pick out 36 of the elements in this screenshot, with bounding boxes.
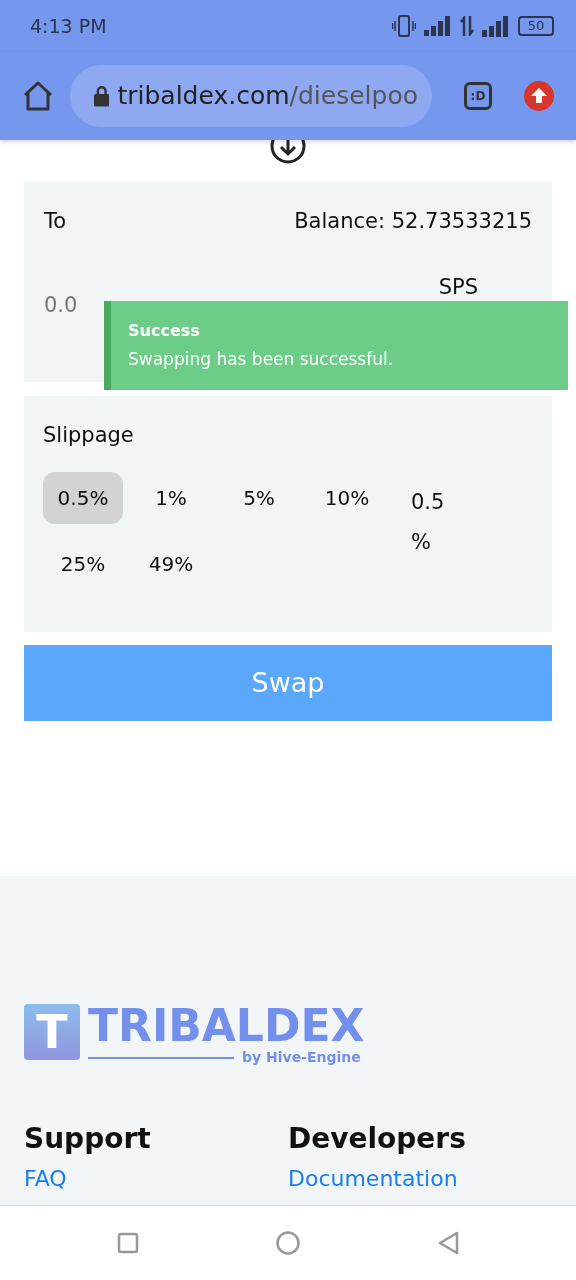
footer-heading: Developers xyxy=(288,1121,467,1157)
amount-field[interactable]: 0.0 xyxy=(44,289,124,321)
signal-icon xyxy=(424,16,452,36)
logo-text: TRIBALDEX xyxy=(88,1004,365,1048)
clock: 4:13 PM xyxy=(30,13,107,39)
footer-link[interactable]: Documentation xyxy=(288,1162,552,1195)
toast-title: Success xyxy=(128,320,201,342)
logo-byline: by Hive-Engine xyxy=(242,1048,361,1067)
footer-heading: Support xyxy=(24,1121,152,1157)
address-bar[interactable]: tribaldex.com/dieselpoo xyxy=(70,65,432,127)
vibrate-icon xyxy=(392,15,416,37)
slippage-option[interactable]: 10% xyxy=(307,471,387,524)
slippage-option[interactable]: 49% xyxy=(131,537,211,590)
battery-icon: 50 xyxy=(518,16,554,36)
home-circle-icon[interactable] xyxy=(276,1231,300,1255)
slippage-option[interactable]: 1% xyxy=(131,471,211,524)
upload-icon[interactable] xyxy=(524,81,554,111)
home-icon[interactable] xyxy=(22,81,54,111)
data-transfer-icon xyxy=(460,16,474,36)
slippage-option[interactable]: 5% xyxy=(219,471,299,524)
section-label: Slippage xyxy=(43,422,135,449)
back-icon[interactable] xyxy=(437,1231,460,1255)
signal-icon xyxy=(482,15,510,37)
toast-message: Swapping has been successful. xyxy=(128,348,395,371)
field-label: To xyxy=(44,208,67,235)
logo-mark: T xyxy=(24,1004,80,1060)
tab-switcher[interactable]: :D xyxy=(464,82,492,110)
token-label: SPS xyxy=(438,273,478,301)
url-text: tribaldex.com/dieselpoo xyxy=(117,80,418,113)
balance-text: Balance: 52.73533215 xyxy=(294,208,532,235)
footer-link[interactable]: FAQ xyxy=(24,1162,288,1195)
lock-icon xyxy=(94,85,110,107)
slippage-option[interactable]: 25% xyxy=(43,537,123,590)
slippage-option[interactable]: 0.5% xyxy=(43,471,123,524)
slippage-value: 0.5 % xyxy=(411,488,446,556)
recents-icon[interactable] xyxy=(116,1232,139,1254)
